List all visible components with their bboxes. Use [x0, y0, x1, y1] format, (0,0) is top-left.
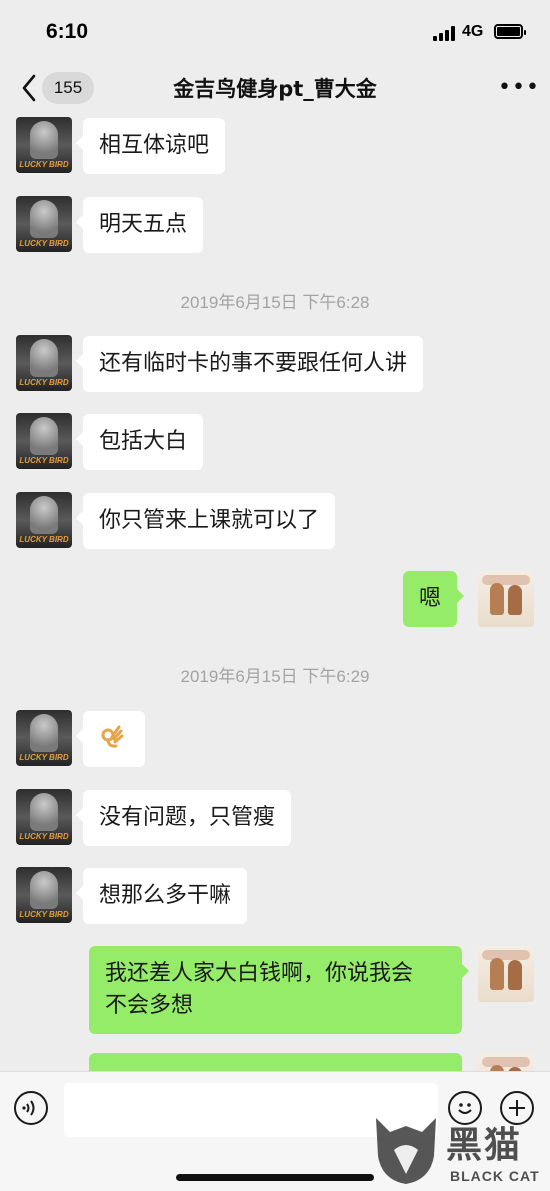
- home-indicator[interactable]: [176, 1174, 374, 1181]
- message-bubble-incoming[interactable]: 相互体谅吧: [75, 118, 226, 174]
- message-bubble-incoming[interactable]: 没有问题，只管瘦: [75, 790, 292, 846]
- message-bubble-incoming[interactable]: 你只管来上课就可以了: [75, 493, 336, 549]
- message-bubble-incoming[interactable]: 包括大白: [75, 414, 204, 470]
- battery-icon: [494, 24, 526, 39]
- message-bubble-incoming[interactable]: 明天五点: [75, 197, 204, 253]
- contact-avatar[interactable]: LUCKY BIRD: [16, 492, 72, 548]
- user-avatar[interactable]: [478, 1053, 534, 1071]
- message-bubble-outgoing[interactable]: 我还差人家大白钱啊，你说我会 不会多想: [89, 946, 469, 1034]
- message-timestamp: 2019年6月15日 下午6:29: [180, 667, 370, 686]
- signal-strength-icon: [433, 25, 457, 41]
- message-list[interactable]: LUCKY BIRD 相互体谅吧 LUCKY BIRD 明天五点 2019年6月…: [0, 116, 550, 1071]
- voice-icon: [22, 1100, 35, 1116]
- contact-avatar[interactable]: LUCKY BIRD: [16, 789, 72, 845]
- contact-avatar[interactable]: LUCKY BIRD: [16, 117, 72, 173]
- user-avatar[interactable]: [478, 946, 534, 1002]
- watermark-subtext: BLACK CAT: [450, 1168, 540, 1184]
- message-text-line: 不会多想: [105, 993, 194, 1018]
- ok-hand-icon: [101, 725, 124, 748]
- message-text-line: 我还差人家大白钱啊，你说我会: [105, 961, 414, 986]
- black-cat-watermark: 黑猫 BLACK CAT: [370, 1110, 550, 1190]
- message-bubble-incoming[interactable]: [76, 711, 145, 767]
- status-time: 6:10: [46, 20, 89, 43]
- contact-avatar[interactable]: LUCKY BIRD: [16, 413, 72, 469]
- user-avatar[interactable]: [478, 571, 534, 627]
- message-bubble-incoming[interactable]: 还有临时卡的事不要跟任何人讲: [75, 336, 424, 392]
- watermark-text: 黑猫: [446, 1125, 523, 1166]
- contact-avatar[interactable]: LUCKY BIRD: [16, 196, 72, 252]
- message-bubble-incoming[interactable]: 想那么多干嘛: [75, 868, 248, 924]
- chat-header: 155 金吉鸟健身pt_曹大金 •••: [0, 62, 550, 116]
- contact-avatar[interactable]: LUCKY BIRD: [16, 710, 72, 766]
- more-options-icon[interactable]: •••: [498, 77, 539, 99]
- network-type: 4G: [462, 23, 484, 40]
- status-bar: 6:10 4G: [0, 0, 550, 62]
- contact-avatar[interactable]: LUCKY BIRD: [16, 867, 72, 923]
- message-bubble-outgoing[interactable]: [89, 1053, 462, 1071]
- voice-input-button[interactable]: [14, 1091, 48, 1125]
- contact-avatar[interactable]: LUCKY BIRD: [16, 335, 72, 391]
- message-timestamp: 2019年6月15日 下午6:28: [180, 293, 370, 312]
- chat-title: 金吉鸟健身pt_曹大金: [173, 77, 377, 101]
- cat-logo-icon: [376, 1118, 436, 1184]
- message-bubble-outgoing[interactable]: 嗯: [403, 571, 465, 627]
- unread-count-badge[interactable]: 155: [42, 72, 94, 104]
